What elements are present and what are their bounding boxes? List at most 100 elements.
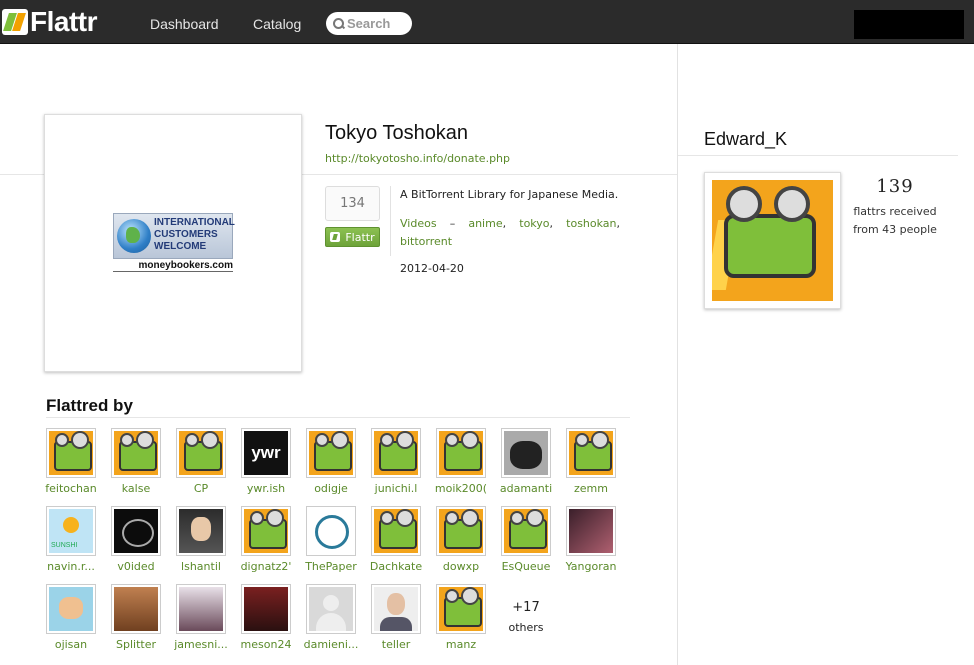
flattred-by-user[interactable]: teller xyxy=(367,584,425,651)
flattred-by-user[interactable]: odigje xyxy=(302,428,360,495)
user-avatar[interactable] xyxy=(46,506,96,556)
user-avatar[interactable] xyxy=(111,584,161,634)
user-name-link[interactable]: ojisan xyxy=(42,638,100,651)
nav-catalog[interactable]: Catalog xyxy=(253,16,301,32)
user-avatar[interactable] xyxy=(436,428,486,478)
user-avatar[interactable] xyxy=(306,506,356,556)
flattred-by-user[interactable]: kalse xyxy=(107,428,165,495)
user-avatar[interactable] xyxy=(371,584,421,634)
flattred-by-user[interactable]: ywr ywr.ish xyxy=(237,428,295,495)
flattred-by-user[interactable]: feitochan xyxy=(42,428,100,495)
flattred-by-user[interactable]: meson24 xyxy=(237,584,295,651)
user-avatar[interactable] xyxy=(306,584,356,634)
owner-avatar[interactable] xyxy=(704,172,841,309)
user-avatar[interactable] xyxy=(46,584,96,634)
flattred-by-user[interactable]: adamanti xyxy=(497,428,555,495)
tag-link-anime[interactable]: anime xyxy=(468,217,502,230)
user-avatar[interactable] xyxy=(176,428,226,478)
cartoon-avatar-icon xyxy=(49,587,93,631)
user-name-link[interactable]: ywr.ish xyxy=(237,482,295,495)
user-avatar[interactable] xyxy=(176,506,226,556)
user-name-link[interactable]: meson24 xyxy=(237,638,295,651)
user-avatar[interactable] xyxy=(566,428,616,478)
user-avatar[interactable] xyxy=(501,506,551,556)
flattred-by-user[interactable]: moik200( xyxy=(432,428,490,495)
user-avatar[interactable] xyxy=(111,506,161,556)
search-icon xyxy=(333,18,344,29)
user-name-link[interactable]: dignatz2' xyxy=(237,560,295,573)
user-avatar[interactable] xyxy=(371,506,421,556)
user-name-link[interactable]: dowxp xyxy=(432,560,490,573)
user-avatar[interactable] xyxy=(566,506,616,556)
thing-description: A BitTorrent Library for Japanese Media. xyxy=(400,188,619,201)
user-name-link[interactable]: junichi.l xyxy=(367,482,425,495)
others-more[interactable]: +17 others xyxy=(497,584,555,634)
user-name-link[interactable]: odigje xyxy=(302,482,360,495)
flattred-by-user[interactable]: ThePaper xyxy=(302,506,360,573)
thing-image[interactable]: INTERNATIONAL CUSTOMERS WELCOME moneyboo… xyxy=(44,114,302,372)
category-link[interactable]: Videos xyxy=(400,217,437,230)
flattred-by-user[interactable]: jamesni... xyxy=(172,584,230,651)
user-name-link[interactable]: adamanti xyxy=(497,482,555,495)
owner-name[interactable]: Edward_K xyxy=(704,129,787,150)
user-avatar[interactable] xyxy=(111,428,161,478)
user-avatar[interactable] xyxy=(501,428,551,478)
user-name-link[interactable]: moik200( xyxy=(432,482,490,495)
purple-avatar-icon xyxy=(569,509,613,553)
flattred-by-user[interactable]: manz xyxy=(432,584,490,651)
flattred-by-user[interactable]: damieni... xyxy=(302,584,360,651)
tag-link-toshokan[interactable]: toshokan xyxy=(566,217,616,230)
user-account-box[interactable] xyxy=(854,10,964,39)
user-avatar[interactable] xyxy=(241,584,291,634)
user-name-link[interactable]: teller xyxy=(367,638,425,651)
user-avatar[interactable] xyxy=(46,428,96,478)
user-name-link[interactable]: ThePaper xyxy=(302,560,360,573)
search-input[interactable] xyxy=(347,16,409,31)
flattred-by-user[interactable]: CP xyxy=(172,428,230,495)
user-name-link[interactable]: Yangoran xyxy=(562,560,620,573)
flattred-by-user[interactable]: Dachkate xyxy=(367,506,425,573)
flattred-by-user[interactable]: dowxp xyxy=(432,506,490,573)
user-avatar[interactable] xyxy=(436,506,486,556)
vertical-divider xyxy=(390,186,391,256)
flattred-by-user[interactable]: EsQueue xyxy=(497,506,555,573)
flattr-logo[interactable]: Flattr xyxy=(2,6,98,38)
flattred-by-user[interactable]: lshantil xyxy=(172,506,230,573)
tag-link-tokyo[interactable]: tokyo xyxy=(519,217,549,230)
flattred-by-user[interactable]: navin.r... xyxy=(42,506,100,573)
user-name-link[interactable]: lshantil xyxy=(172,560,230,573)
flattred-by-user[interactable]: dignatz2' xyxy=(237,506,295,573)
user-name-link[interactable]: feitochan xyxy=(42,482,100,495)
user-avatar[interactable]: ywr xyxy=(241,428,291,478)
user-name-link[interactable]: v0ided xyxy=(107,560,165,573)
tag-link-bittorrent[interactable]: bittorrent xyxy=(400,235,452,248)
user-name-link[interactable]: Splitter xyxy=(107,638,165,651)
user-avatar[interactable] xyxy=(241,506,291,556)
user-name-link[interactable]: CP xyxy=(172,482,230,495)
user-name-link[interactable]: Dachkate xyxy=(367,560,425,573)
user-name-link[interactable]: zemm xyxy=(562,482,620,495)
search-box[interactable] xyxy=(326,12,412,35)
flattr-button[interactable]: Flattr xyxy=(325,227,380,247)
teller-avatar-icon xyxy=(374,587,418,631)
thing-url-link[interactable]: http://tokyotosho.info/donate.php xyxy=(325,152,510,165)
flattred-by-user[interactable]: Splitter xyxy=(107,584,165,651)
user-name-link[interactable]: EsQueue xyxy=(497,560,555,573)
nav-dashboard[interactable]: Dashboard xyxy=(150,16,219,32)
meson-avatar-icon xyxy=(244,587,288,631)
flattred-by-user[interactable]: Yangoran xyxy=(562,506,620,573)
user-name-link[interactable]: manz xyxy=(432,638,490,651)
flattred-by-user[interactable]: junichi.l xyxy=(367,428,425,495)
user-name-link[interactable]: kalse xyxy=(107,482,165,495)
user-name-link[interactable]: jamesni... xyxy=(172,638,230,651)
user-avatar[interactable] xyxy=(371,428,421,478)
flattred-by-user[interactable]: v0ided xyxy=(107,506,165,573)
user-name-link[interactable]: navin.r... xyxy=(42,560,100,573)
user-avatar[interactable] xyxy=(176,584,226,634)
user-avatar[interactable] xyxy=(306,428,356,478)
logo-text: Flattr xyxy=(30,6,98,37)
flattred-by-user[interactable]: zemm xyxy=(562,428,620,495)
user-avatar[interactable] xyxy=(436,584,486,634)
user-name-link[interactable]: damieni... xyxy=(302,638,360,651)
flattred-by-user[interactable]: ojisan xyxy=(42,584,100,651)
